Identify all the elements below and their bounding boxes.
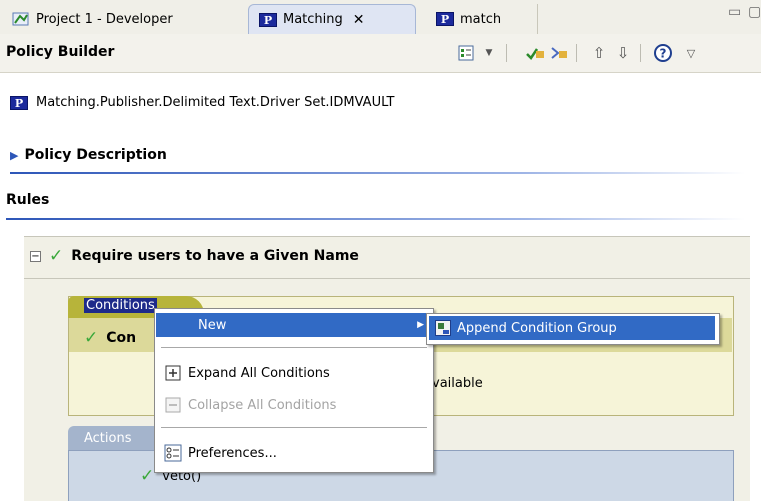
policy-icon: P bbox=[259, 12, 277, 27]
rules-heading: Rules bbox=[6, 192, 50, 208]
menu-item-label: Preferences... bbox=[188, 445, 277, 461]
actions-tab-label: Actions bbox=[84, 431, 132, 446]
tab-match[interactable]: P match bbox=[426, 4, 538, 34]
menu-item-label: Expand All Conditions bbox=[188, 365, 330, 381]
tab-matching[interactable]: P Matching ✕ bbox=[248, 4, 416, 34]
policy-description-toggle[interactable]: ▶ Policy Description bbox=[10, 147, 167, 163]
menu-item-collapse-all-conditions[interactable]: Collapse All Conditions bbox=[156, 393, 432, 417]
section-divider bbox=[10, 172, 745, 174]
tab-label: Project 1 - Developer bbox=[36, 11, 173, 27]
editor-tab-bar: Project 1 - Developer P Matching ✕ P mat… bbox=[0, 0, 761, 35]
policy-icon: P bbox=[10, 95, 28, 110]
maximize-icon[interactable]: ▢ bbox=[748, 4, 761, 20]
menu-item-label: Collapse All Conditions bbox=[188, 397, 337, 413]
move-down-icon[interactable]: ⇩ bbox=[612, 42, 634, 64]
menu-separator bbox=[161, 347, 427, 348]
rule-divider bbox=[24, 278, 750, 279]
dropdown-arrow-icon[interactable]: ▼ bbox=[478, 42, 500, 64]
expand-all-icon bbox=[164, 364, 182, 382]
collapse-all-icon bbox=[164, 396, 182, 414]
menu-item-append-condition-group[interactable]: Append Condition Group bbox=[429, 316, 715, 340]
svg-text:?: ? bbox=[660, 47, 667, 61]
policy-builder-header: Policy Builder ▼ ⇧ ⇩ ? ▽ bbox=[0, 34, 761, 73]
close-icon[interactable]: ✕ bbox=[353, 12, 365, 28]
page-title: Policy Builder bbox=[6, 44, 115, 60]
tab-label: Matching bbox=[283, 12, 343, 27]
preferences-icon bbox=[164, 444, 182, 462]
checkmark-icon: ✓ bbox=[49, 246, 64, 266]
condition-group-label: ✓ Con bbox=[84, 328, 137, 348]
conditions-tab-label: Conditions bbox=[84, 298, 157, 313]
submenu-arrow-icon: ▶ bbox=[417, 320, 424, 330]
edit-rules-icon[interactable] bbox=[455, 42, 477, 64]
menu-item-label: New bbox=[198, 317, 227, 333]
disable-icon[interactable] bbox=[548, 42, 570, 64]
menu-separator bbox=[161, 427, 427, 428]
section-label: Policy Description bbox=[24, 147, 167, 163]
expand-triangle-icon: ▶ bbox=[10, 149, 19, 162]
view-menu-icon[interactable]: ▽ bbox=[680, 42, 702, 64]
policy-icon: P bbox=[436, 12, 454, 26]
menu-item-label: Append Condition Group bbox=[457, 320, 617, 336]
submenu: Append Condition Group bbox=[426, 313, 720, 345]
help-icon[interactable]: ? bbox=[652, 42, 674, 64]
policy-path: P Matching.Publisher.Delimited Text.Driv… bbox=[10, 95, 394, 110]
move-up-icon[interactable]: ⇧ bbox=[588, 42, 610, 64]
condition-text: vailable bbox=[432, 376, 483, 391]
rule-title: Require users to have a Given Name bbox=[71, 248, 359, 264]
tab-project-developer[interactable]: Project 1 - Developer bbox=[2, 4, 242, 34]
checkmark-icon: ✓ bbox=[140, 466, 155, 486]
section-divider bbox=[6, 218, 745, 220]
condition-group-icon bbox=[435, 320, 451, 336]
collapse-icon[interactable]: − bbox=[30, 250, 41, 262]
context-menu: New ▶ Expand All Conditions Collapse All… bbox=[154, 308, 434, 473]
menu-item-expand-all-conditions[interactable]: Expand All Conditions bbox=[156, 361, 432, 385]
menu-item-new[interactable]: New ▶ bbox=[156, 313, 432, 337]
menu-item-preferences[interactable]: Preferences... bbox=[156, 441, 432, 465]
policy-path-text: Matching.Publisher.Delimited Text.Driver… bbox=[36, 95, 395, 110]
project-icon bbox=[12, 12, 29, 26]
rule-header[interactable]: − ✓ Require users to have a Given Name bbox=[30, 246, 359, 266]
tab-label: match bbox=[460, 11, 502, 27]
checkmark-icon: ✓ bbox=[84, 328, 99, 348]
enable-icon[interactable] bbox=[524, 42, 546, 64]
minimize-icon[interactable]: ▭ bbox=[728, 4, 741, 20]
